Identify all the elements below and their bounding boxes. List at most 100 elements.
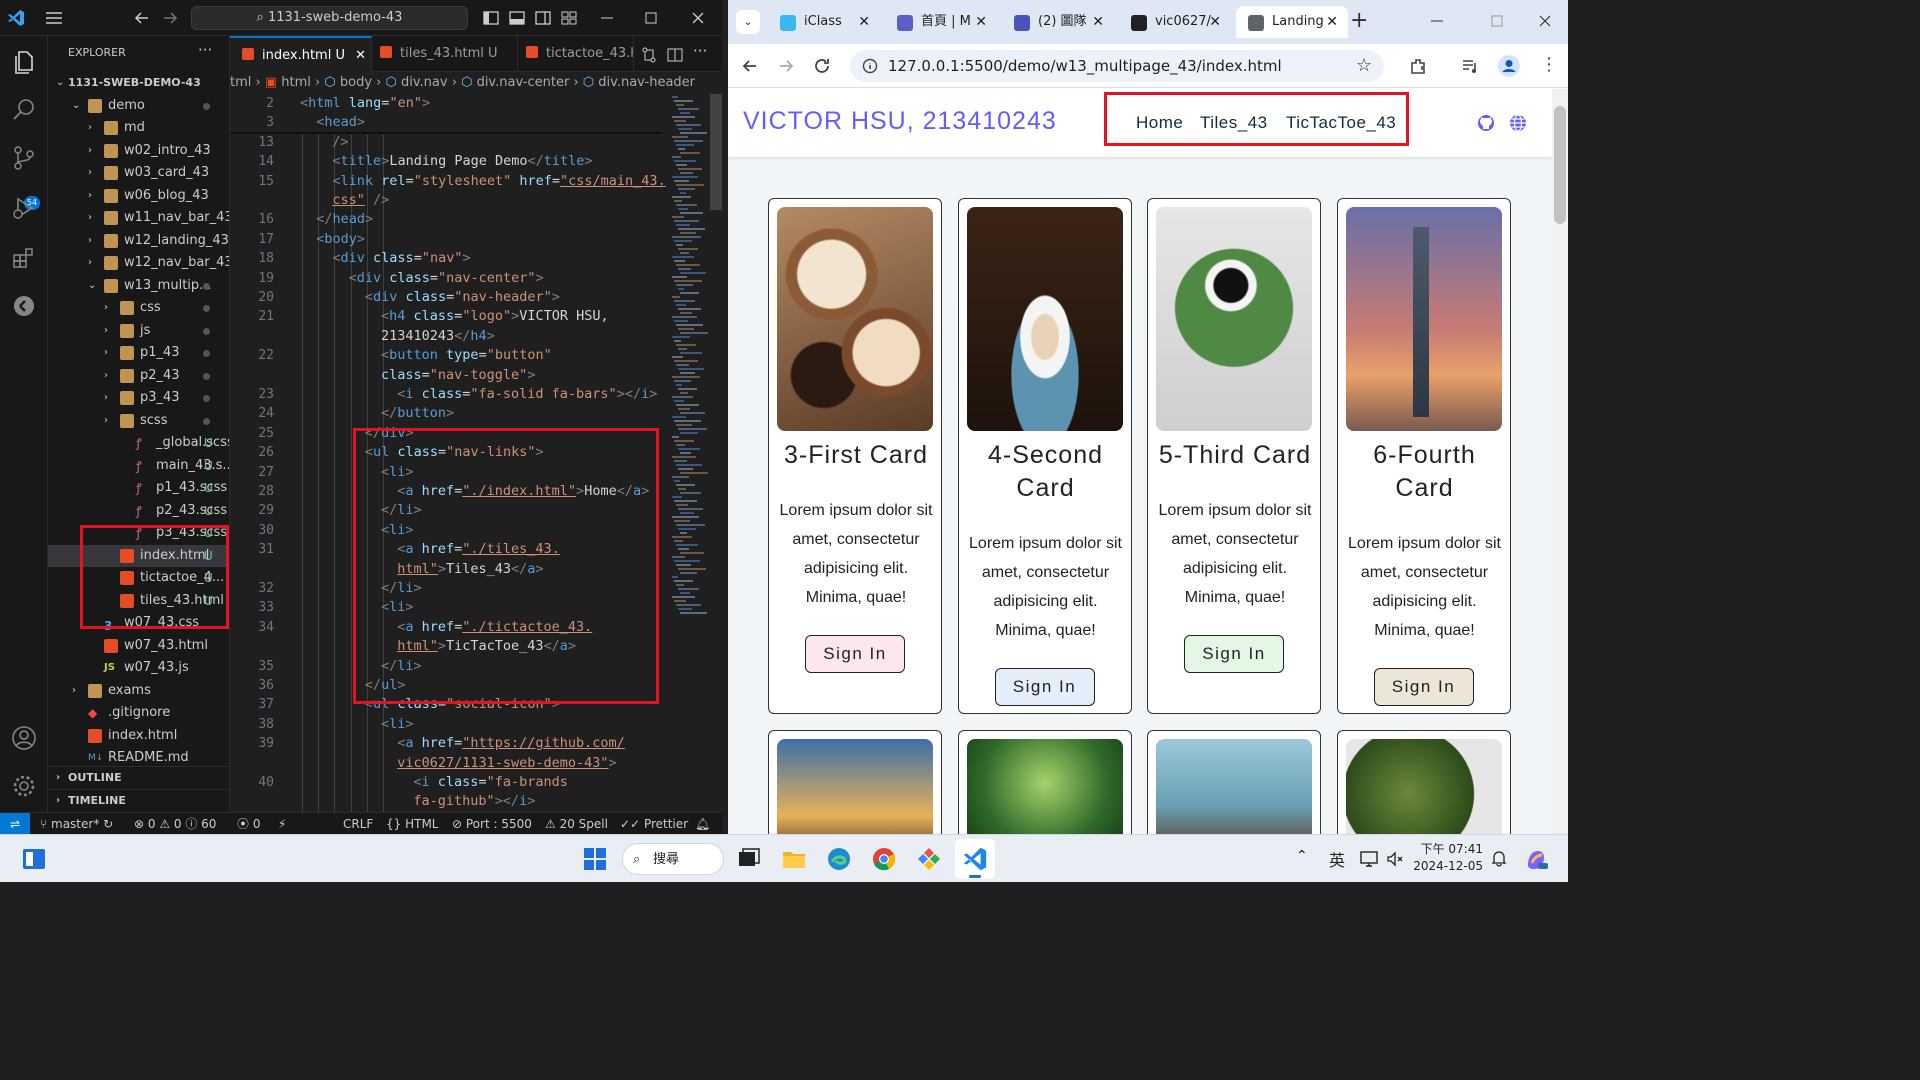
close-icon[interactable] [1536,12,1554,30]
tree-file[interactable]: ꝭ p2_43.scss U [48,500,229,522]
maximize-icon[interactable] [641,8,661,28]
outline-section[interactable]: › OUTLINE [48,766,229,788]
vscode-taskbar-button[interactable] [955,839,995,879]
breadcrumb-item[interactable]: tml [230,75,251,90]
tree-file[interactable]: tiles_43.html U [48,590,229,612]
minimize-icon[interactable] [597,8,617,28]
chevron-right-icon[interactable]: › [88,207,98,229]
tree-folder[interactable]: › w03_card_43 [48,162,229,184]
tree-file[interactable]: ꝭ p1_43.scss U [48,477,229,499]
run-debug-icon[interactable] [10,194,38,222]
chrome-menu-icon[interactable]: ⋮ [1540,54,1558,75]
nav-link-tictactoe[interactable]: TicTacToe_43 [1286,113,1396,133]
ports-status[interactable]: ⦿ 0 [237,813,260,834]
tree-folder[interactable]: › js [48,320,229,342]
tab-close-icon[interactable]: ✕ [1209,6,1221,38]
extensions-icon[interactable] [10,244,38,272]
sign-in-button[interactable]: Sign In [805,635,905,673]
tree-folder[interactable]: › css [48,297,229,319]
tab-close-icon[interactable]: ✕ [858,6,870,38]
timeline-section[interactable]: › TIMELINE [48,789,229,811]
tab-close-icon[interactable]: ✕ [1092,6,1104,38]
tree-folder[interactable]: › p1_43 [48,342,229,364]
chevron-right-icon[interactable]: › [104,320,114,342]
sync-icon[interactable]: ↻ [103,817,113,831]
more-actions-icon[interactable]: ··· [198,41,212,59]
tab-close-icon[interactable]: ✕ [355,48,366,63]
tab-tictactoe-html[interactable]: tictactoe_43.ht [518,36,634,72]
tree-file[interactable]: w07_43.html [48,635,229,657]
code-editor[interactable]: 2 <html lang="en"> 3 <head> 13/> 14 <title>Lan… [230,94,722,812]
tree-folder[interactable]: ⌄ w13_multip... [48,275,229,297]
new-tab-icon[interactable]: + [1350,8,1368,33]
windows-start-icon[interactable] [581,845,609,873]
menu-icon[interactable] [44,8,64,28]
close-icon[interactable] [688,8,708,28]
customize-layout-icon[interactable] [559,8,579,28]
language-status[interactable]: {} HTML [386,813,439,834]
system-clock[interactable]: 下午 07:41 2024-12-05 [1413,841,1483,875]
tab-index-html[interactable]: index.html U ✕ [230,36,372,72]
back-arrow-icon[interactable] [740,56,760,76]
remote-explorer-icon[interactable] [10,292,38,320]
editor-scrollbar[interactable] [710,94,722,210]
tree-file[interactable]: ꝭ main_43.s... U [48,455,229,477]
command-center[interactable]: ⌕ 1131-sweb-demo-43 [191,6,468,30]
chevron-right-icon[interactable]: › [88,162,98,184]
breadcrumb-item[interactable]: ⬡ div.nav [386,75,448,90]
minimize-icon[interactable] [1428,12,1446,30]
notifications-icon[interactable]: 🔔︎ [695,813,710,834]
lightning-icon[interactable]: ⚡ [278,813,286,834]
network-icon[interactable] [1359,849,1379,869]
edge-icon[interactable] [825,845,853,873]
maximize-icon[interactable] [1488,12,1506,30]
tree-file[interactable]: ꝭ p3_43.scss U [48,522,229,544]
tree-folder[interactable]: › w02_intro_43 [48,140,229,162]
chevron-right-icon[interactable]: › [104,342,114,364]
tab-close-icon[interactable]: ✕ [975,6,987,38]
chevron-right-icon[interactable]: › [88,185,98,207]
tree-folder[interactable]: › w12_landing_43 [48,230,229,252]
page-scroll-thumb[interactable] [1554,106,1566,224]
tree-folder[interactable]: › p3_43 [48,387,229,409]
task-view-icon[interactable] [735,845,763,873]
tree-file[interactable]: ◆ .gitignore [48,702,229,724]
editor-more-icon[interactable]: ··· [693,42,707,60]
live-server-status[interactable]: ⊘ Port : 5500 [452,813,532,834]
accounts-icon[interactable] [10,724,38,752]
tree-folder[interactable]: ⌄ demo [48,95,229,117]
tree-folder[interactable]: › p2_43 [48,365,229,387]
forward-arrow-icon[interactable] [776,56,796,76]
profile-avatar-icon[interactable] [1498,55,1520,77]
tree-file[interactable]: index.html U [48,544,229,567]
remote-indicator-icon[interactable]: ⇌ [0,813,30,834]
breadcrumb-item[interactable]: ⬡ body [324,75,372,90]
breadcrumb-item[interactable]: ▣ html [265,75,311,90]
address-bar[interactable]: 127.0.0.1:5500/demo/w13_multipage_43/ind… [850,50,1384,82]
tree-file[interactable]: JS w07_43.js [48,657,229,679]
chevron-right-icon[interactable]: › [104,365,114,387]
github-icon[interactable] [1477,114,1495,132]
media-controls-icon[interactable] [1460,56,1480,76]
ime-indicator[interactable]: 英 [1329,847,1345,871]
tree-folder[interactable]: › exams [48,680,229,702]
chevron-right-icon[interactable]: › [104,387,114,409]
tree-folder[interactable]: ⌄ 1131-SWEB-DEMO-43 [48,72,229,94]
widgets-icon[interactable] [20,845,48,873]
chevron-right-icon[interactable]: › [88,117,98,139]
file-explorer-icon[interactable] [780,845,808,873]
source-control-icon[interactable] [10,144,38,172]
browser-tab[interactable]: iClass ✕ [768,6,880,38]
browser-tab[interactable]: (2) 圖隊 ✕ [1002,6,1114,38]
taskbar-search[interactable]: ⌕ 搜尋 [622,843,724,875]
copilot-icon[interactable] [1522,845,1550,873]
bookmark-star-icon[interactable]: ☆ [1356,50,1372,82]
tab-tiles-html[interactable]: tiles_43.html U [372,36,518,72]
tree-folder[interactable]: › scss [48,410,229,432]
chevron-right-icon[interactable]: › [88,230,98,252]
toggle-secondary-sidebar-icon[interactable] [533,8,553,28]
site-info-icon[interactable] [862,58,878,74]
compare-changes-icon[interactable] [640,46,658,64]
globe-icon[interactable] [1509,114,1527,132]
tab-close-icon[interactable]: ✕ [1326,6,1338,38]
